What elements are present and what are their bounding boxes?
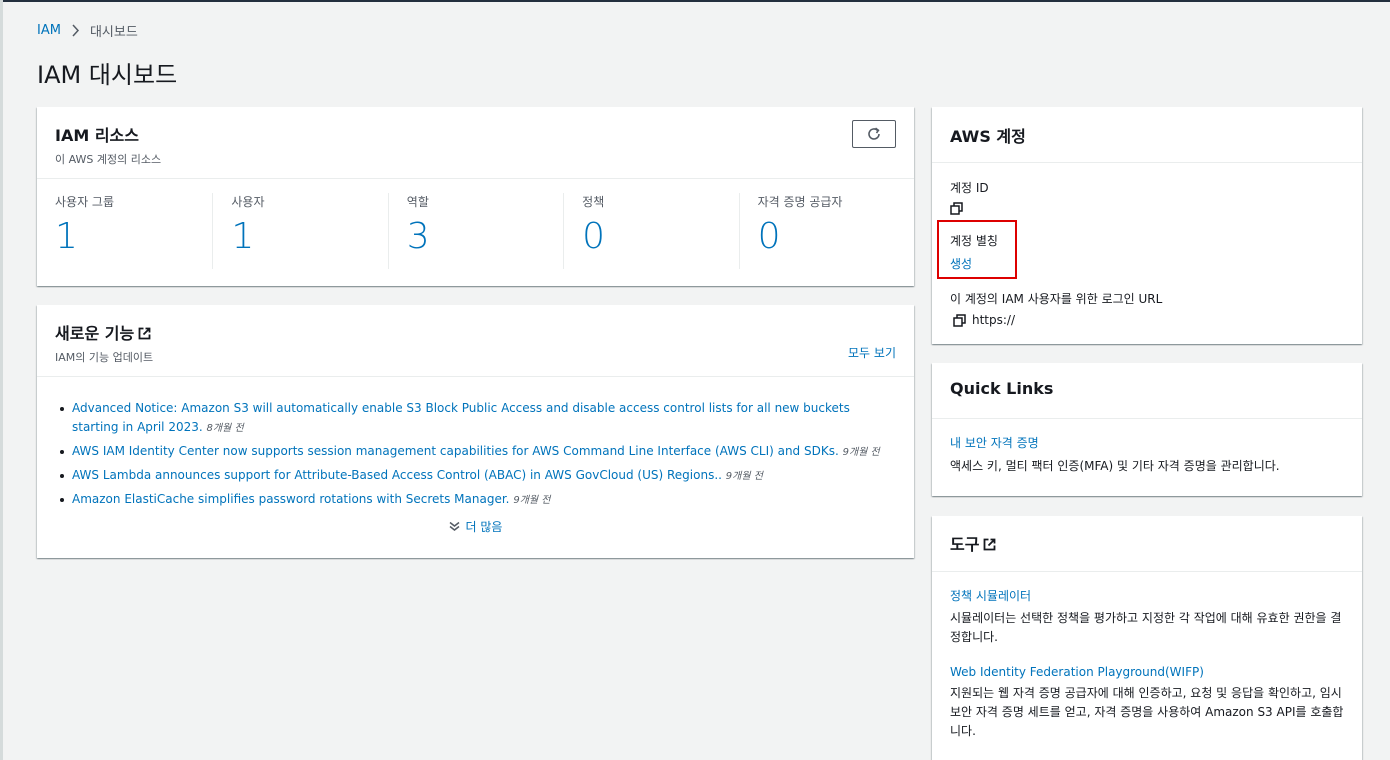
top-border xyxy=(0,0,1390,2)
metric-identity-providers: 자격 증명 공급자 0 xyxy=(738,193,914,269)
iam-resources-header: IAM 리소스 이 AWS 계정의 리소스 xyxy=(37,107,914,179)
news-link[interactable]: Amazon ElastiCache simplifies password r… xyxy=(72,492,510,506)
policy-simulator-link[interactable]: 정책 시뮬레이터 xyxy=(950,587,1344,604)
metric-value-link[interactable]: 3 xyxy=(407,216,545,257)
quick-links-header: Quick Links xyxy=(932,363,1362,419)
news-link[interactable]: AWS Lambda announces support for Attribu… xyxy=(72,468,722,482)
account-id-label: 계정 ID xyxy=(950,181,989,195)
news-list: Advanced Notice: Amazon S3 will automati… xyxy=(37,377,914,510)
policy-simulator-desc: 시뮬레이터는 선택한 정책을 평가하고 지정한 각 작업에 대해 유효한 권한을… xyxy=(950,611,1342,644)
resource-metrics: 사용자 그룹 1 사용자 1 역할 3 정책 0 자격 증명 공급자 0 xyxy=(37,179,914,269)
signin-url-value: https:// xyxy=(972,313,1016,327)
highlight-annotation xyxy=(937,220,1017,279)
metric-value-link[interactable]: 0 xyxy=(582,216,720,257)
security-credentials-link[interactable]: 내 보안 자격 증명 xyxy=(950,434,1344,451)
double-chevron-down-icon xyxy=(449,521,459,531)
news-link[interactable]: AWS IAM Identity Center now supports ses… xyxy=(72,444,839,458)
quick-links-body: 내 보안 자격 증명 액세스 키, 멀티 팩터 인증(MFA) 및 기타 자격 … xyxy=(932,419,1362,489)
refresh-icon xyxy=(868,127,880,140)
quick-links-panel: Quick Links 내 보안 자격 증명 액세스 키, 멀티 팩터 인증(M… xyxy=(932,363,1362,496)
whats-new-title: 새로운 기능 xyxy=(55,324,135,343)
whats-new-panel: 새로운 기능 IAM의 기능 업데이트 모두 보기 Advanced Notic… xyxy=(37,305,914,558)
external-link-icon[interactable] xyxy=(138,327,151,340)
aws-account-header: AWS 계정 xyxy=(932,107,1362,163)
tools-title-row: 도구 xyxy=(950,531,1344,555)
news-age: 9개월 전 xyxy=(513,495,551,506)
news-age: 8개월 전 xyxy=(206,423,244,434)
whats-new-header: 새로운 기능 IAM의 기능 업데이트 모두 보기 xyxy=(37,305,914,377)
metric-label: 사용자 xyxy=(231,195,265,209)
breadcrumb-current: 대시보드 xyxy=(89,25,138,40)
see-all-link[interactable]: 모두 보기 xyxy=(848,344,896,361)
metric-label: 사용자 그룹 xyxy=(55,195,115,209)
metric-label: 정책 xyxy=(582,195,605,209)
signin-url-label: 이 계정의 IAM 사용자를 위한 로그인 URL xyxy=(950,292,1163,306)
news-link[interactable]: Advanced Notice: Amazon S3 will automati… xyxy=(72,401,850,434)
whats-new-subtitle: IAM의 기능 업데이트 xyxy=(55,351,154,364)
tools-body: 정책 시뮬레이터 시뮬레이터는 선택한 정책을 평가하고 지정한 각 작업에 대… xyxy=(932,572,1362,756)
show-more-button[interactable]: 더 많음 xyxy=(37,518,914,535)
whats-new-title-row: 새로운 기능 xyxy=(55,320,896,344)
list-item: AWS Lambda announces support for Attribu… xyxy=(60,466,884,486)
wifp-desc: 지원되는 웹 자격 증명 공급자에 대해 인증하고, 요청 및 응답을 확인하고… xyxy=(950,686,1344,738)
quick-links-title: Quick Links xyxy=(950,379,1054,398)
breadcrumb-iam-link[interactable]: IAM xyxy=(37,23,61,38)
security-credentials-desc: 액세스 키, 멀티 팩터 인증(MFA) 및 기타 자격 증명을 관리합니다. xyxy=(950,459,1280,473)
aws-account-panel: AWS 계정 계정 ID 계정 별칭 생성 이 계정의 IAM 사용자를 위한 … xyxy=(932,107,1362,344)
aws-account-body: 계정 ID 계정 별칭 생성 이 계정의 IAM 사용자를 위한 로그인 URL… xyxy=(932,163,1362,343)
metric-value-link[interactable]: 1 xyxy=(55,216,194,257)
iam-resources-subtitle: 이 AWS 계정의 리소스 xyxy=(55,153,162,166)
metric-users: 사용자 1 xyxy=(212,193,387,269)
news-age: 9개월 전 xyxy=(725,471,763,482)
page-title: IAM 대시보드 xyxy=(37,61,178,89)
metric-policies: 정책 0 xyxy=(563,193,738,269)
iam-resources-title: IAM 리소스 xyxy=(55,126,139,145)
show-more-label: 더 많음 xyxy=(465,520,503,534)
metric-label: 자격 증명 공급자 xyxy=(757,195,843,209)
list-item: Amazon ElastiCache simplifies password r… xyxy=(60,490,884,510)
news-age: 9개월 전 xyxy=(842,447,880,458)
left-border xyxy=(0,0,3,760)
iam-resources-panel: IAM 리소스 이 AWS 계정의 리소스 사용자 그룹 1 사용자 1 역할 … xyxy=(37,107,914,286)
metric-value-link[interactable]: 1 xyxy=(231,216,369,257)
copy-icon[interactable] xyxy=(953,313,966,327)
refresh-button[interactable] xyxy=(852,120,896,148)
chevron-right-icon xyxy=(72,24,79,37)
list-item: Advanced Notice: Amazon S3 will automati… xyxy=(60,399,884,438)
signin-url-row: https:// xyxy=(953,313,1344,327)
metric-roles: 역할 3 xyxy=(387,193,563,269)
metric-label: 역할 xyxy=(406,195,429,209)
account-id-row xyxy=(950,202,1344,215)
metric-value-link[interactable]: 0 xyxy=(758,216,896,257)
tools-panel: 도구 정책 시뮬레이터 시뮬레이터는 선택한 정책을 평가하고 지정한 각 작업… xyxy=(932,516,1362,760)
breadcrumb: IAM 대시보드 xyxy=(37,21,138,40)
list-item: AWS IAM Identity Center now supports ses… xyxy=(60,442,884,462)
metric-user-groups: 사용자 그룹 1 xyxy=(37,193,212,269)
tools-title: 도구 xyxy=(950,535,980,554)
external-link-icon[interactable] xyxy=(983,538,996,551)
tools-header: 도구 xyxy=(932,516,1362,572)
copy-icon[interactable] xyxy=(950,202,963,215)
wifp-link[interactable]: Web Identity Federation Playground(WIFP) xyxy=(950,665,1344,679)
aws-account-title: AWS 계정 xyxy=(950,127,1026,146)
